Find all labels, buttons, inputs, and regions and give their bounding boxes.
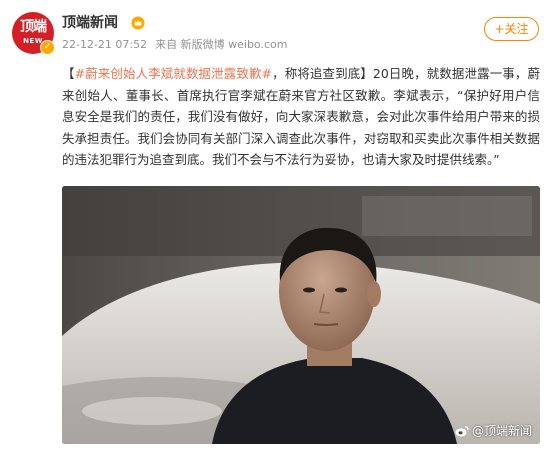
weibo-post: 顶端 NEW ✓ 顶端新闻 22-12-21 07:52 来自 新版微博 weib…	[0, 0, 550, 454]
watermark-text: @顶端新闻	[471, 424, 532, 438]
verified-icon: ✓	[40, 40, 55, 55]
post-meta: 22-12-21 07:52 来自 新版微博 weibo.com	[62, 38, 295, 52]
open-bracket: 【	[62, 66, 75, 81]
weibo-logo-icon	[455, 425, 469, 437]
avatar-logo-text: 顶端	[20, 19, 47, 35]
portrait-photo	[62, 186, 540, 444]
follow-button[interactable]: +关注	[484, 17, 539, 41]
post-content: 【#蔚来创始人李斌就数据泄露致歉#，称将追查到底】20日晚，就数据泄露一事，蔚来…	[62, 63, 540, 171]
member-crown-icon[interactable]	[131, 16, 145, 30]
author-name[interactable]: 顶端新闻	[62, 14, 118, 32]
topic-link[interactable]: #蔚来创始人李斌就数据泄露致歉#	[75, 66, 272, 81]
post-text: ，称将追查到底】20日晚，就数据泄露一事，蔚来创始人、董事长、首席执行官李斌在蔚…	[62, 66, 540, 167]
post-source: 来自 新版微博 weibo.com	[155, 38, 288, 51]
post-time[interactable]: 22-12-21 07:52	[62, 38, 147, 51]
image-watermark: @顶端新闻	[455, 424, 532, 438]
post-image[interactable]: @顶端新闻	[62, 186, 540, 444]
